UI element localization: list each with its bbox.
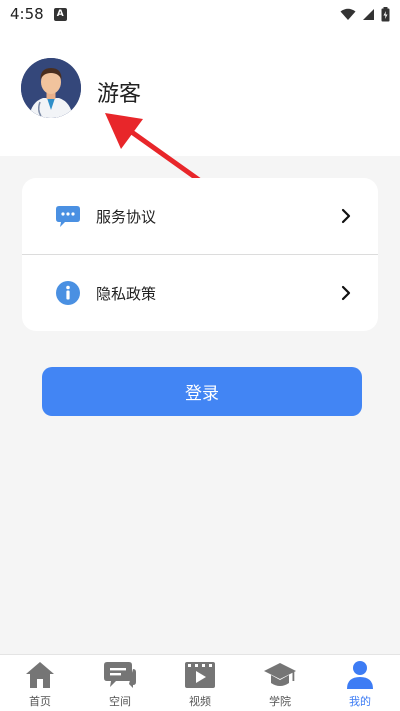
bottom-tab-bar: 首页 空间 视频 学院 我的: [0, 654, 400, 711]
chevron-right-icon: [341, 208, 351, 224]
person-icon: [343, 659, 377, 691]
graduation-cap-icon: [263, 659, 297, 691]
login-button[interactable]: 登录: [42, 367, 362, 416]
menu-item-privacy-policy[interactable]: 隐私政策: [22, 255, 378, 331]
menu-item-label: 服务协议: [96, 207, 157, 226]
tab-label: 空间: [109, 695, 131, 708]
tab-mine[interactable]: 我的: [320, 655, 400, 711]
info-icon: [54, 279, 82, 307]
profile-page: 4:58 A 游客 服务协议 隐私政策 登录 首页 空间 视频 学院 我的: [0, 0, 400, 711]
tab-home[interactable]: 首页: [0, 655, 80, 711]
username: 游客: [97, 82, 142, 107]
sim-badge-icon: A: [53, 7, 67, 21]
tab-video[interactable]: 视频: [160, 655, 240, 711]
status-indicators: [340, 6, 390, 22]
tab-academy[interactable]: 学院: [240, 655, 320, 711]
video-icon: [183, 659, 217, 691]
home-icon: [23, 659, 57, 691]
menu-item-label: 隐私政策: [96, 284, 157, 303]
status-time: 4:58: [10, 5, 44, 23]
tab-label: 我的: [349, 695, 371, 708]
settings-card: 服务协议 隐私政策: [22, 178, 378, 331]
chevron-right-icon: [341, 285, 351, 301]
tab-label: 视频: [189, 695, 211, 708]
wifi-icon: [340, 8, 356, 20]
menu-item-service-agreement[interactable]: 服务协议: [22, 178, 378, 254]
message-bubble-icon: [54, 202, 82, 230]
doctor-avatar-icon: [21, 58, 81, 118]
tab-space[interactable]: 空间: [80, 655, 160, 711]
signal-icon: [363, 8, 374, 20]
avatar[interactable]: [21, 58, 81, 118]
tab-label: 首页: [29, 695, 51, 708]
battery-icon: [381, 6, 390, 21]
status-bar: 4:58 A: [0, 0, 400, 28]
chat-icon: [103, 659, 137, 691]
tab-label: 学院: [269, 695, 291, 708]
